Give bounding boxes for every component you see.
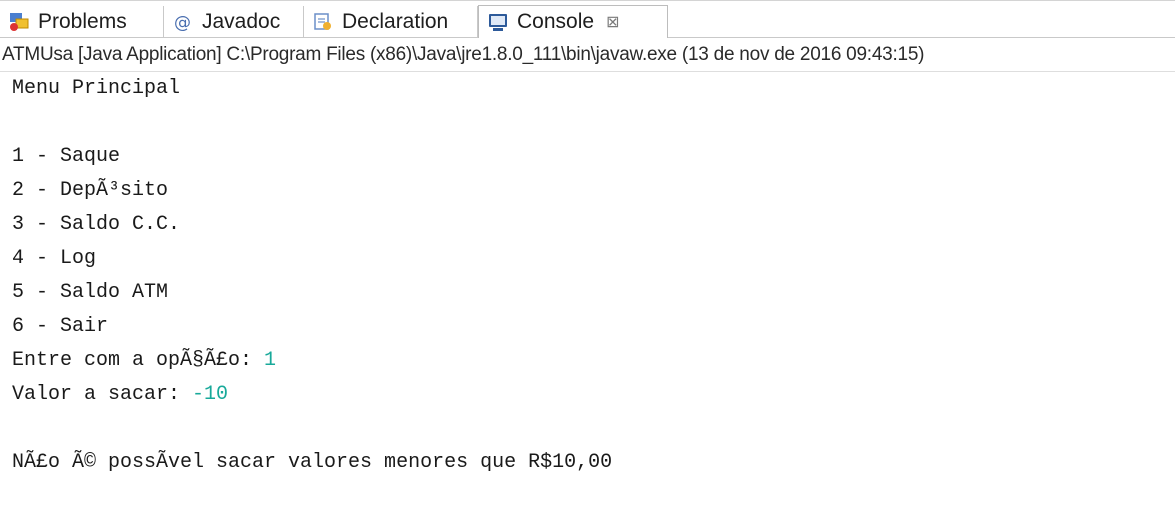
menu-option: 4 - Log xyxy=(12,247,97,270)
menu-option: 1 - Saque xyxy=(12,145,121,168)
tab-javadoc-label: Javadoc xyxy=(202,10,281,33)
error-message: NÃ£o Ã© possÃ­vel sacar valores menores … xyxy=(12,451,613,474)
svg-text:@: @ xyxy=(174,13,191,33)
menu-option: 3 - Saldo C.C. xyxy=(12,213,181,236)
value-input: -10 xyxy=(192,383,229,406)
menu-option: 6 - Sair xyxy=(12,315,109,338)
process-description: ATMUsa [Java Application] C:\Program Fil… xyxy=(0,38,1175,72)
tab-declaration[interactable]: Declaration xyxy=(304,6,478,38)
javadoc-at-icon: @ xyxy=(172,11,194,33)
console-icon xyxy=(487,11,509,33)
menu-title: Menu Principal xyxy=(12,77,181,100)
value-prompt-line: Valor a sacar: -10 xyxy=(12,378,228,412)
tab-console[interactable]: Console ⊠ xyxy=(478,5,668,38)
close-icon[interactable]: ⊠ xyxy=(606,12,619,32)
tab-problems[interactable]: Problems xyxy=(0,6,164,38)
console-output[interactable]: Menu Principal 1 - Saque 2 - DepÃ³sito 3… xyxy=(0,72,1175,524)
view-tab-bar: Problems @ Javadoc Declaration Console ⊠ xyxy=(0,0,1175,38)
option-prompt-line: Entre com a opÃ§Ã£o: 1 xyxy=(12,344,276,378)
menu-option: 5 - Saldo ATM xyxy=(12,281,169,304)
option-input: 1 xyxy=(264,349,277,372)
value-prompt: Valor a sacar: xyxy=(12,383,193,406)
problems-icon xyxy=(8,11,30,33)
menu-option: 2 - DepÃ³sito xyxy=(12,179,169,202)
tab-problems-label: Problems xyxy=(38,10,127,33)
tab-console-label: Console xyxy=(517,10,595,33)
declaration-icon xyxy=(312,11,334,33)
option-prompt: Entre com a opÃ§Ã£o: xyxy=(12,349,265,372)
tab-declaration-label: Declaration xyxy=(342,10,449,33)
tab-javadoc[interactable]: @ Javadoc xyxy=(164,6,304,38)
